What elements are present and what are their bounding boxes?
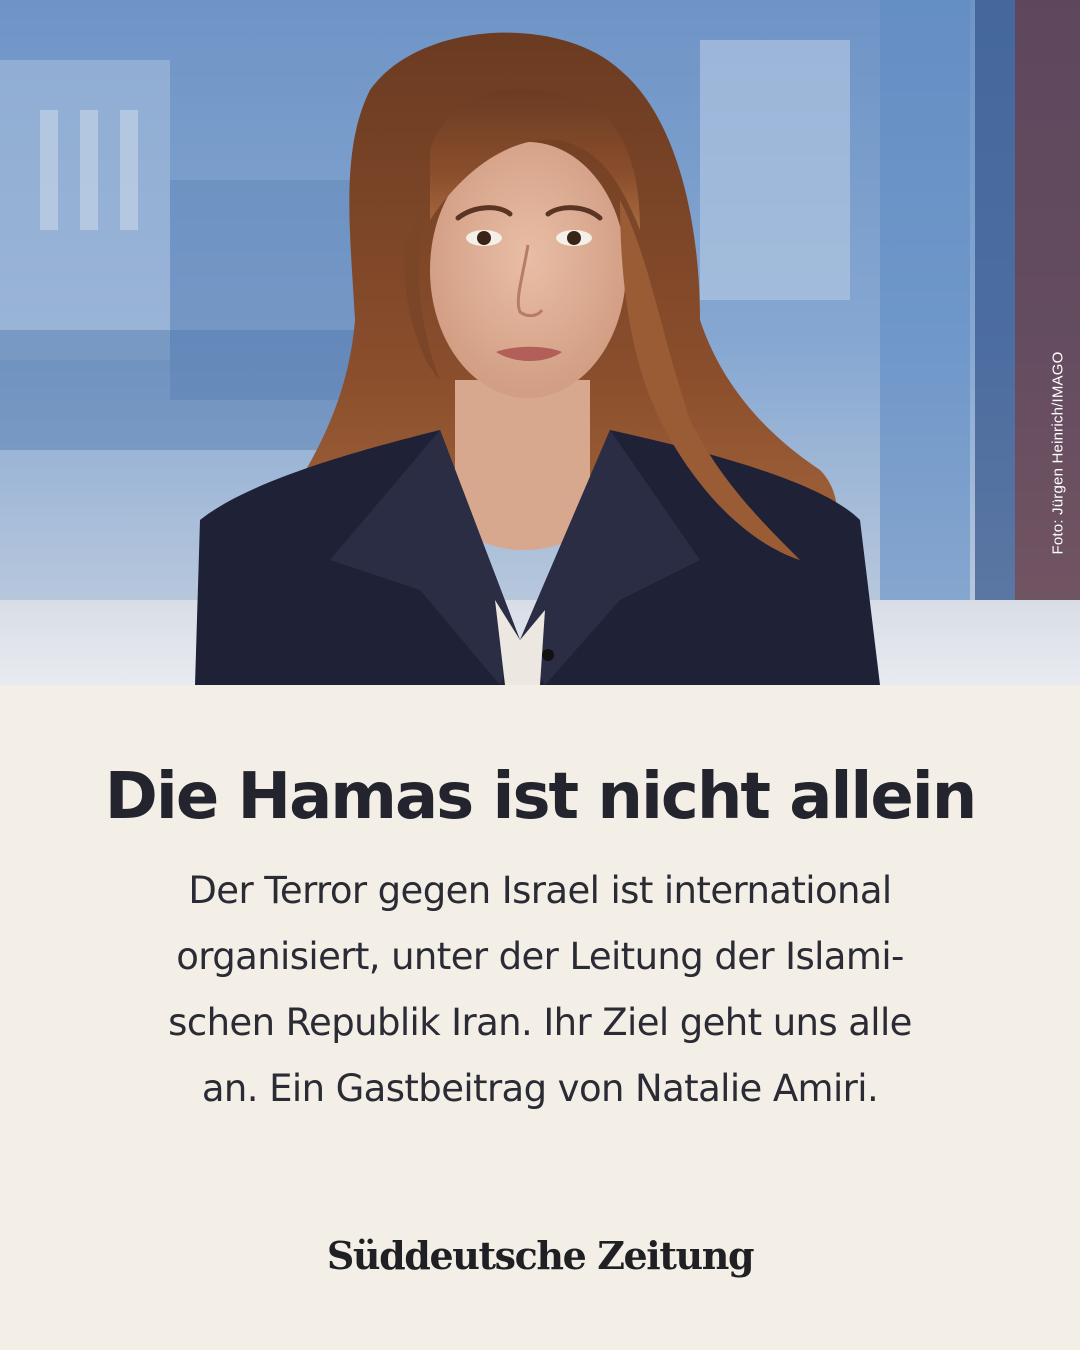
teaser-line: Der Terror gegen Israel ist internationa… [188,869,892,912]
brand-logo: Süddeutsche Zeitung [326,1233,755,1278]
teaser-text: Der Terror gegen Israel ist internationa… [90,858,990,1122]
photo-credit: Foto: Jürgen Heinrich/IMAGO [1049,351,1067,555]
teaser-line: organisiert, unter der Leitung der Islam… [176,935,904,978]
headline: Die Hamas ist nicht allein [104,760,978,834]
portrait-photo: Foto: Jürgen Heinrich/IMAGO [0,0,1080,685]
post-card: Foto: Jürgen Heinrich/IMAGO Die Hamas is… [0,0,1080,1350]
portrait-illustration [0,0,1080,685]
teaser-line: an. Ein Gastbeitrag von Natalie Amiri. [201,1067,879,1110]
teaser-line: schen Republik Iran. Ihr Ziel geht uns a… [168,1001,912,1044]
